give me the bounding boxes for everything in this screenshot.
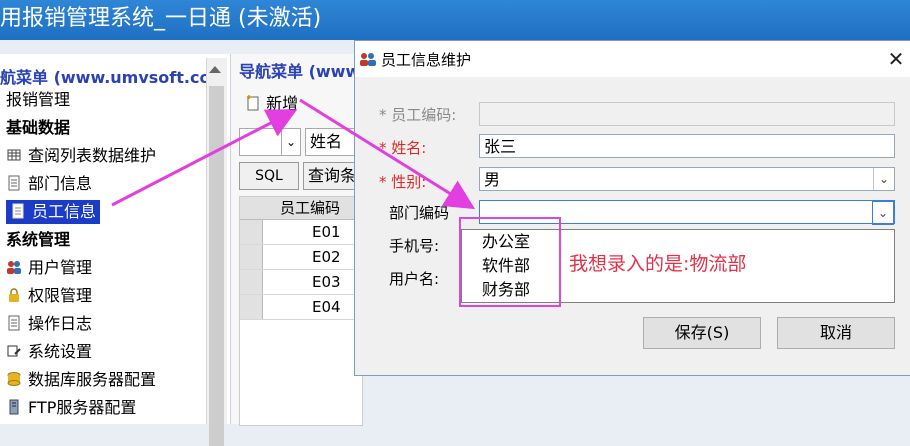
department-label: 部门编码 (389, 204, 450, 222)
gender-select[interactable]: 男 ⌄ (479, 167, 895, 191)
app-title: 用报销管理系统_一日通 (未激活) (0, 6, 322, 31)
content-panel: 导航菜单 (www 新增 ⌄ 姓名 SQL 查询条 员工编码 E01 E02 E… (231, 54, 371, 426)
sidebar-item-label: 权限管理 (28, 286, 93, 305)
lock-icon (6, 286, 22, 302)
dialog-title: 员工信息维护 (381, 51, 472, 69)
employee-dialog: 员工信息维护 ✕ * 员工编码: * 姓名: 张三 * 性别: 男 ⌄ 部门编码… (354, 40, 910, 376)
scroll-up-arrow-icon[interactable] (209, 66, 221, 73)
save-button[interactable]: 保存(S) (643, 317, 761, 349)
document-icon (6, 174, 22, 191)
table-row[interactable]: E04 (240, 295, 362, 320)
row-header[interactable] (240, 220, 263, 244)
column-header-employee-code: 员工编码 (280, 199, 341, 217)
annotation-text: 我想录入的是:物流部 (569, 253, 747, 275)
cancel-button[interactable]: 取消 (777, 317, 895, 349)
document-icon (6, 314, 22, 331)
grid-icon (6, 146, 22, 162)
options-highlight-box (459, 217, 561, 307)
sidebar-item-employee[interactable]: 员工信息 (6, 200, 101, 224)
sidebar-item-label: 员工信息 (32, 202, 97, 221)
sidebar-item-label: 查阅列表数据维护 (28, 146, 157, 165)
filter-field-select[interactable]: ⌄ (239, 128, 301, 156)
sidebar-scrollbar[interactable] (206, 58, 227, 446)
sidebar-item-ftp-config[interactable]: FTP服务器配置 (6, 396, 136, 420)
new-document-icon (245, 95, 261, 111)
database-icon (6, 370, 22, 386)
chevron-down-icon[interactable]: ⌄ (281, 129, 300, 155)
employee-code-cell: E02 (312, 248, 341, 266)
username-label: 用户名: (389, 270, 440, 288)
sidebar-item-users[interactable]: 用户管理 (6, 256, 92, 280)
row-header[interactable] (240, 295, 263, 319)
sidebar-item-label: 报销管理 (6, 90, 71, 109)
sidebar-item-logs[interactable]: 操作日志 (6, 312, 92, 336)
sidebar-item-department[interactable]: 部门信息 (6, 172, 92, 196)
employee-code-field[interactable] (479, 102, 895, 126)
sidebar-item-label: FTP服务器配置 (28, 398, 137, 417)
sidebar-item-label: 部门信息 (28, 174, 93, 193)
app-title-bar: 用报销管理系统_一日通 (未激活) (0, 0, 910, 40)
sidebar-group-system[interactable]: 系统管理 (6, 228, 70, 252)
name-label: * 姓名: (379, 139, 427, 157)
row-header[interactable] (240, 245, 263, 269)
sidebar-item-list-maintenance[interactable]: 查阅列表数据维护 (6, 144, 156, 168)
sidebar-item-permissions[interactable]: 权限管理 (6, 284, 92, 308)
settings-icon (6, 342, 22, 358)
scrollbar-thumb[interactable] (209, 86, 224, 446)
sidebar-item-label: 用户管理 (28, 258, 93, 277)
table-row[interactable]: E02 (240, 245, 362, 270)
row-header[interactable] (240, 270, 263, 294)
new-button-label: 新增 (266, 94, 299, 113)
name-field[interactable]: 张三 (479, 134, 895, 158)
document-icon (10, 202, 26, 219)
gender-label: * 性别: (379, 173, 427, 191)
sidebar-item-reimbursement[interactable]: 报销管理 (6, 88, 70, 112)
sidebar-item-label: 操作日志 (28, 314, 93, 333)
gender-value: 男 (484, 170, 501, 189)
close-icon[interactable]: ✕ (885, 47, 907, 71)
content-panel-header: 导航菜单 (www (239, 62, 361, 81)
users-icon (359, 51, 377, 67)
sidebar-item-db-config[interactable]: 数据库服务器配置 (6, 368, 156, 392)
sidebar-item-label: 数据库服务器配置 (28, 370, 157, 389)
sidebar-item-settings[interactable]: 系统设置 (6, 340, 92, 364)
chevron-down-icon[interactable]: ⌄ (872, 201, 894, 225)
sidebar-item-label: 系统设置 (28, 342, 93, 361)
table-row[interactable]: E03 (240, 270, 362, 295)
table-row[interactable]: E01 (240, 220, 362, 245)
sidebar-item-label: 系统管理 (6, 230, 71, 249)
server-icon (6, 398, 22, 415)
employee-code-cell: E01 (312, 223, 341, 241)
sidebar-group-basic-data[interactable]: 基础数据 (6, 116, 70, 140)
phone-label: 手机号: (389, 237, 440, 255)
sidebar-item-label: 基础数据 (6, 118, 71, 137)
chevron-down-icon[interactable]: ⌄ (873, 168, 894, 190)
employee-code-label: * 员工编码: (379, 106, 457, 124)
dialog-title-bar: 员工信息维护 ✕ (355, 41, 910, 77)
employee-code-cell: E03 (312, 273, 341, 291)
employee-code-cell: E04 (312, 298, 341, 316)
sidebar-header: 航菜单 (www.umvsoft.com (0, 68, 228, 87)
sql-button[interactable]: SQL (239, 162, 299, 190)
employee-grid: 员工编码 E01 E02 E03 E04 (239, 196, 363, 426)
grid-column-header[interactable]: 员工编码 (240, 197, 362, 220)
navigation-sidebar: 航菜单 (www.umvsoft.com 报销管理 基础数据 查阅列表数据维护 … (0, 54, 231, 446)
users-icon (6, 258, 22, 274)
new-button[interactable]: 新增 (245, 90, 298, 114)
